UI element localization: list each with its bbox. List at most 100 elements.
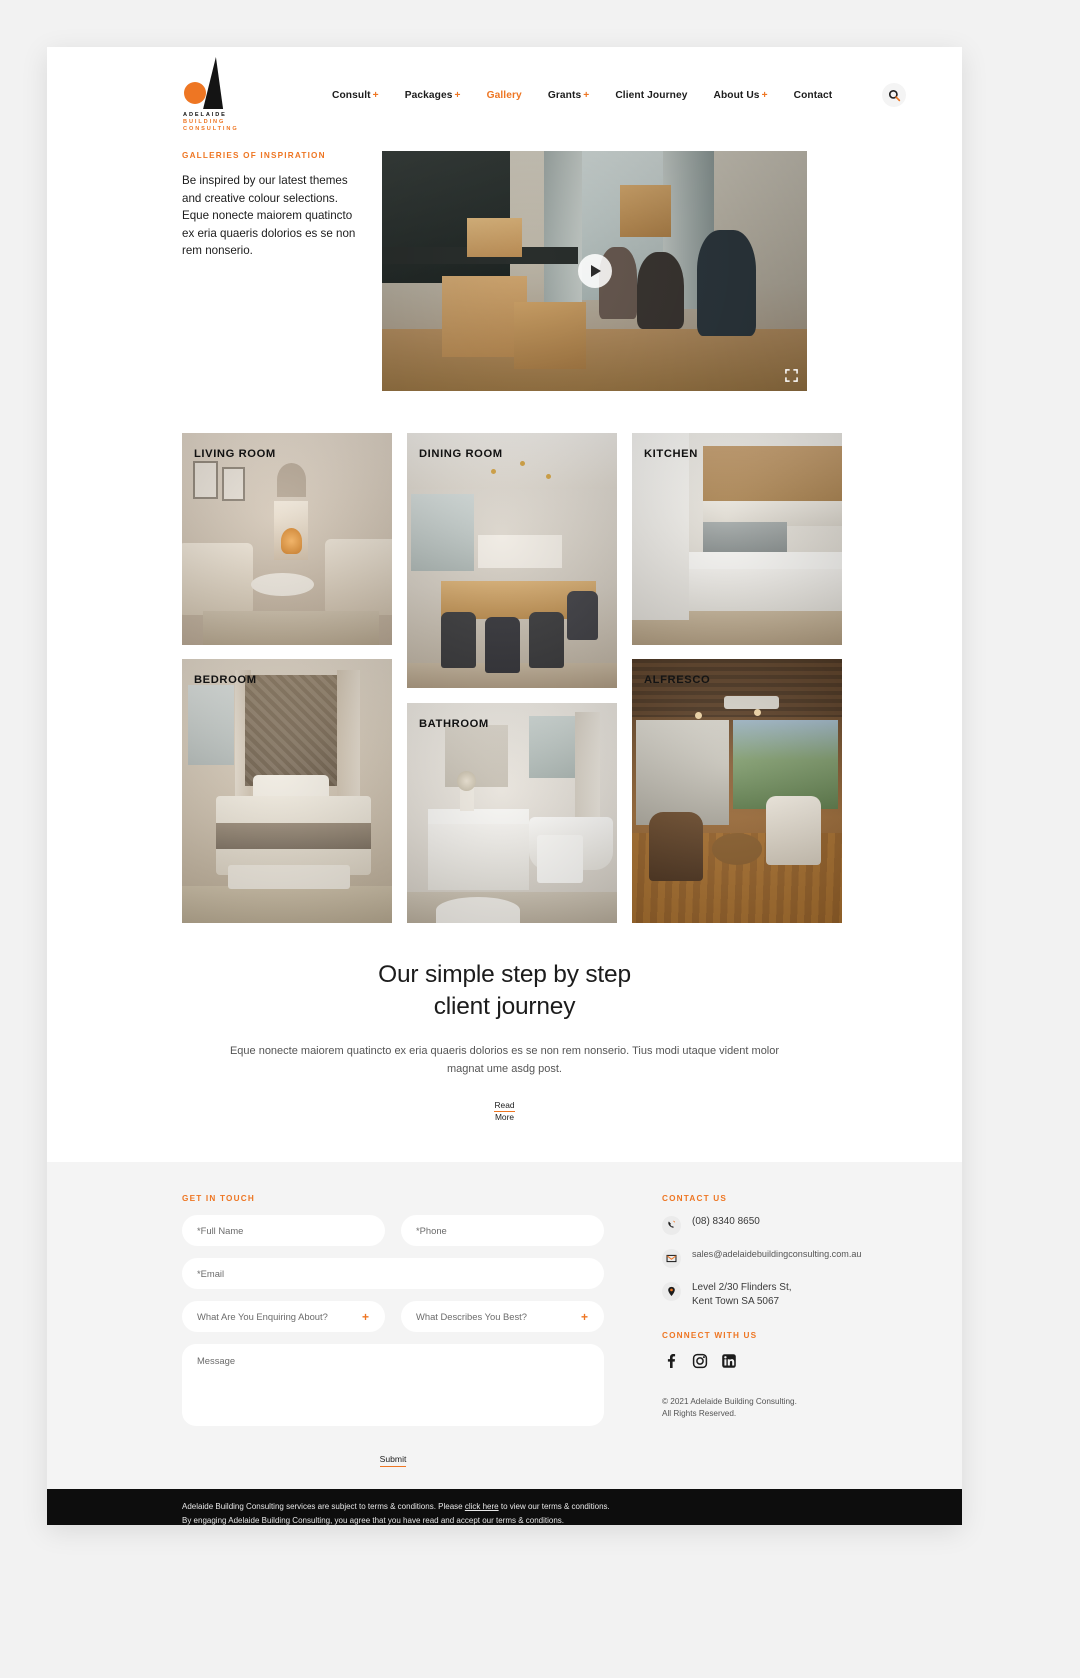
- form-row-name-phone: *Full Name *Phone: [182, 1215, 604, 1246]
- gallery-tile-bathroom[interactable]: BATHROOM: [407, 703, 617, 923]
- nav-plus-grants-icon: +: [583, 89, 590, 101]
- facebook-link[interactable]: [662, 1352, 680, 1370]
- play-icon: [591, 265, 601, 277]
- envelope-icon: [666, 1254, 677, 1263]
- describes-you-placeholder: What Describes You Best?: [416, 1311, 527, 1322]
- gallery-tile-label-living-room: LIVING ROOM: [194, 448, 276, 460]
- alfresco-image: [632, 659, 842, 923]
- logo-wordmark: ADELAIDE BUILDING CONSULTING: [183, 112, 239, 134]
- linkedin-icon: [722, 1354, 736, 1368]
- nav-item-client-journey[interactable]: Client Journey: [615, 90, 687, 101]
- contact-address-row[interactable]: Level 2/30 Flinders St, Kent Town SA 506…: [662, 1281, 872, 1309]
- contact-form: GET IN TOUCH *Full Name *Phone *Email Wh…: [182, 1194, 604, 1467]
- submit-row: Submit: [182, 1454, 604, 1467]
- contact-address-text: Level 2/30 Flinders St, Kent Town SA 506…: [692, 1281, 792, 1309]
- gallery-tile-dining-room[interactable]: DINING ROOM: [407, 433, 617, 688]
- journey-body: Eque nonecte maiorem quatincto ex eria q…: [229, 1045, 780, 1075]
- terms-bar: Adelaide Building Consulting services ar…: [47, 1489, 962, 1525]
- phone-placeholder: *Phone: [416, 1225, 447, 1236]
- read-more-button[interactable]: Read More: [494, 1100, 515, 1122]
- hero-video-player[interactable]: [382, 151, 807, 391]
- email-placeholder: *Email: [197, 1268, 225, 1279]
- instagram-icon: [692, 1353, 708, 1369]
- kitchen-image: [632, 433, 842, 645]
- logo-line-3: CONSULTING: [183, 126, 239, 133]
- nav-item-about-us[interactable]: About Us +: [714, 90, 768, 101]
- contact-phone-row[interactable]: (08) 8340 8650: [662, 1215, 872, 1235]
- linkedin-link[interactable]: [720, 1352, 738, 1370]
- gallery-tile-living-room[interactable]: LIVING ROOM: [182, 433, 392, 645]
- nav-item-packages[interactable]: Packages +: [405, 90, 461, 101]
- nav-item-grants[interactable]: Grants +: [548, 90, 590, 101]
- site-header: ADELAIDE BUILDING CONSULTING Consult + Pa…: [47, 47, 962, 143]
- nav-label-gallery: Gallery: [486, 89, 522, 101]
- enquiry-type-plus-icon: +: [361, 1309, 369, 1324]
- nav-label-grants: Grants: [547, 89, 582, 101]
- contact-phone-text: (08) 8340 8650: [692, 1216, 760, 1227]
- copyright-line-1: © 2021 Adelaide Building Consulting.: [662, 1397, 797, 1406]
- message-textarea[interactable]: Message: [182, 1344, 604, 1426]
- nav-plus-consult-icon: +: [372, 89, 379, 101]
- address-line-1: Level 2/30 Flinders St,: [692, 1282, 792, 1293]
- copyright: © 2021 Adelaide Building Consulting. All…: [662, 1396, 872, 1420]
- contact-heading: CONTACT US: [662, 1194, 728, 1203]
- gallery-tile-bedroom[interactable]: BEDROOM: [182, 659, 392, 923]
- journey-title-line-1: Our simple step by step: [378, 961, 631, 988]
- location-icon-wrap: [662, 1282, 681, 1301]
- nav-label-client-journey: Client Journey: [615, 89, 688, 101]
- gallery-tile-label-kitchen: KITCHEN: [644, 448, 698, 460]
- logo-dot-icon: [184, 81, 206, 104]
- journey-title-line-2: client journey: [433, 993, 576, 1020]
- enquiry-type-select[interactable]: What Are You Enquiring About? +: [182, 1301, 385, 1332]
- hero-eyebrow: GALLERIES OF INSPIRATION: [182, 151, 326, 160]
- phone-input[interactable]: *Phone: [401, 1215, 604, 1246]
- play-button[interactable]: [577, 254, 612, 288]
- logo-letter-a-icon: [203, 56, 225, 109]
- nav-plus-packages-icon: +: [454, 89, 461, 101]
- terms-line-1-before: Adelaide Building Consulting services ar…: [182, 1502, 465, 1511]
- hero-copy: Be inspired by our latest themes and cre…: [182, 174, 356, 257]
- gallery-tile-kitchen[interactable]: KITCHEN: [632, 433, 842, 645]
- hero-text-block: GALLERIES OF INSPIRATION Be inspired by …: [182, 151, 382, 391]
- email-input[interactable]: *Email: [182, 1258, 604, 1289]
- nav-plus-about-us-icon: +: [761, 89, 768, 101]
- gallery-tile-label-bathroom: BATHROOM: [419, 718, 489, 730]
- describes-you-select[interactable]: What Describes You Best? +: [401, 1301, 604, 1332]
- fullscreen-icon[interactable]: [785, 369, 798, 382]
- bedroom-image: [182, 659, 392, 923]
- nav-item-contact[interactable]: Contact: [794, 90, 833, 101]
- form-heading: GET IN TOUCH: [182, 1194, 255, 1203]
- full-name-input[interactable]: *Full Name: [182, 1215, 385, 1246]
- nav-label-about-us: About Us: [713, 89, 760, 101]
- terms-click-here-link[interactable]: click here: [465, 1502, 499, 1511]
- copyright-line-2: All Rights Reserved.: [662, 1409, 737, 1418]
- terms-line-2: By engaging Adelaide Building Consulting…: [182, 1515, 565, 1525]
- submit-button[interactable]: Submit: [379, 1454, 407, 1467]
- email-icon-wrap: [662, 1249, 681, 1268]
- instagram-link[interactable]: [691, 1352, 709, 1370]
- enquiry-type-placeholder: What Are You Enquiring About?: [197, 1311, 328, 1322]
- phone-icon: [668, 1220, 676, 1228]
- search-icon: [888, 89, 900, 101]
- contact-email-row[interactable]: sales@adelaidebuildingconsulting.com.au: [662, 1248, 872, 1268]
- site-footer: GET IN TOUCH *Full Name *Phone *Email Wh…: [47, 1162, 962, 1489]
- dining-room-image: [407, 433, 617, 688]
- phone-icon-wrap: [662, 1216, 681, 1235]
- contact-email-text: sales@adelaidebuildingconsulting.com.au: [692, 1249, 862, 1259]
- read-more-line-2: More: [494, 1112, 515, 1122]
- full-name-placeholder: *Full Name: [197, 1225, 244, 1236]
- logo-mark-icon: [182, 56, 246, 109]
- form-row-selects: What Are You Enquiring About? + What Des…: [182, 1301, 604, 1332]
- logo[interactable]: ADELAIDE BUILDING CONSULTING: [182, 56, 264, 134]
- search-button[interactable]: [882, 83, 907, 107]
- social-links: [662, 1352, 872, 1370]
- form-row-message: Message: [182, 1344, 604, 1426]
- nav-item-consult[interactable]: Consult +: [332, 90, 379, 101]
- nav-item-gallery[interactable]: Gallery: [487, 90, 522, 101]
- main-navigation: Consult + Packages + Gallery Grants + Clien…: [332, 83, 907, 107]
- gallery-grid: LIVING ROOM DINING ROOM KITCHEN BEDROOM …: [47, 433, 962, 923]
- gallery-tile-alfresco[interactable]: ALFRESCO: [632, 659, 842, 923]
- terms-line-1-after: to view our terms & conditions.: [498, 1502, 610, 1511]
- map-pin-icon: [668, 1286, 675, 1297]
- describes-you-plus-icon: +: [580, 1309, 588, 1324]
